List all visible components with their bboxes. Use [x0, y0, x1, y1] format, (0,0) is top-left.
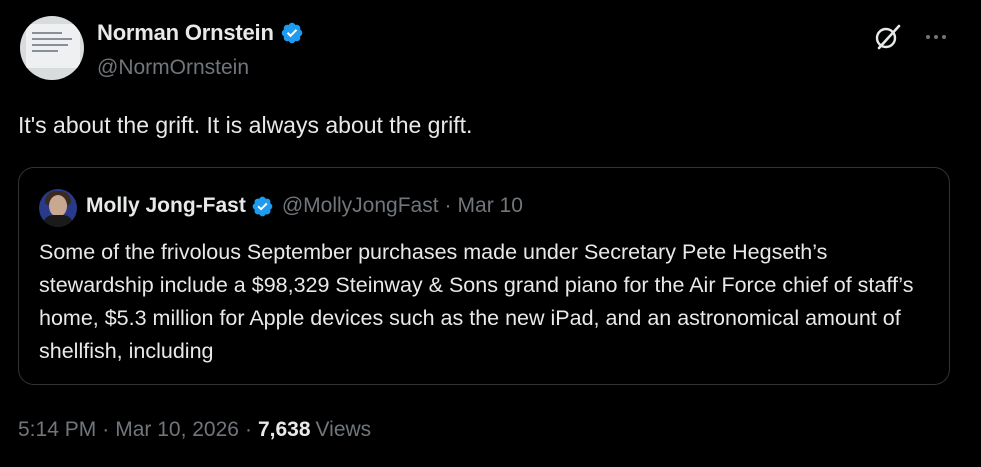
author-handle[interactable]: @NormOrnstein — [97, 56, 249, 80]
more-options-icon[interactable] — [923, 24, 949, 50]
quoted-author-display-name[interactable]: Molly Jong-Fast — [86, 194, 246, 218]
tweet-metadata: 5:14 PM · Mar 10, 2026 · 7,638 Views — [18, 418, 371, 442]
tweet-time[interactable]: 5:14 PM — [18, 418, 96, 442]
quoted-author-avatar[interactable] — [39, 189, 77, 227]
grok-icon[interactable] — [873, 22, 903, 52]
tweet-container: Norman Ornstein @NormOrnstein It's about… — [0, 0, 981, 467]
separator-dot: · — [444, 194, 452, 217]
verified-badge-icon — [251, 195, 274, 218]
quoted-author-handle[interactable]: @MollyJongFast — [282, 194, 439, 218]
quoted-tweet-text: Some of the frivolous September purchase… — [39, 240, 914, 363]
views-count[interactable]: 7,638 — [258, 418, 311, 442]
author-display-name[interactable]: Norman Ornstein — [97, 20, 274, 46]
separator-dot: · — [102, 418, 110, 441]
quoted-tweet-date[interactable]: Mar 10 — [458, 194, 523, 218]
verified-badge-icon[interactable] — [280, 21, 304, 45]
quoted-author-row: Molly Jong-Fast @MollyJongFast · Mar 10 — [86, 194, 523, 218]
author-name-row: Norman Ornstein — [97, 20, 304, 46]
tweet-text: It's about the grift. It is always about… — [18, 112, 473, 138]
separator-dot: · — [244, 418, 252, 441]
views-label: Views — [315, 418, 372, 441]
tweet-date[interactable]: Mar 10, 2026 — [115, 418, 239, 442]
avatar-image — [26, 24, 80, 68]
quoted-tweet-card[interactable]: Molly Jong-Fast @MollyJongFast · Mar 10 … — [18, 167, 950, 385]
author-avatar[interactable] — [20, 16, 84, 80]
tweet-header: Norman Ornstein @NormOrnstein — [18, 14, 963, 86]
